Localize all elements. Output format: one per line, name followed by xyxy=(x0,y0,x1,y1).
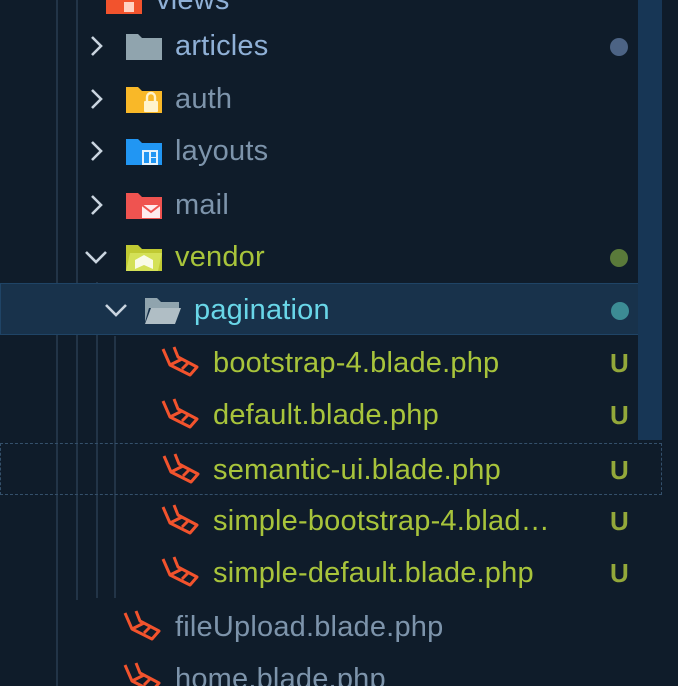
git-untracked-badge: U xyxy=(610,506,629,536)
tree-label-file: bootstrap-4.blade.php xyxy=(213,347,500,379)
chevron-right-icon[interactable] xyxy=(84,34,108,58)
folder-layout-icon xyxy=(124,133,164,169)
tree-label-layouts: layouts xyxy=(175,135,269,167)
tree-label-auth: auth xyxy=(175,83,233,115)
tree-row-simple-bootstrap-4[interactable]: simple-bootstrap-4.blad… U xyxy=(0,495,662,547)
tree-row-semantic-ui[interactable]: semantic-ui.blade.php U xyxy=(0,443,662,495)
chevron-down-icon[interactable] xyxy=(104,298,128,322)
tree-row-layouts[interactable]: layouts xyxy=(0,125,662,177)
tree-row-pagination[interactable]: pagination xyxy=(0,283,662,335)
tree-row-articles[interactable]: articles xyxy=(0,20,662,72)
laravel-icon xyxy=(160,345,200,381)
tree-label-file: simple-bootstrap-4.blad… xyxy=(213,505,550,537)
tree-label-mail: mail xyxy=(175,189,229,221)
tree-label-pagination: pagination xyxy=(194,294,330,326)
folder-mail-icon xyxy=(124,187,164,223)
git-untracked-dot xyxy=(610,249,628,267)
folder-vendor-icon xyxy=(124,239,164,275)
laravel-icon xyxy=(122,661,162,686)
tree-label-file: fileUpload.blade.php xyxy=(175,611,444,643)
laravel-icon xyxy=(161,452,201,488)
git-untracked-badge: U xyxy=(610,558,629,588)
git-modified-dot xyxy=(610,38,628,56)
git-untracked-badge: U xyxy=(610,348,629,378)
tree-row-auth[interactable]: auth xyxy=(0,73,662,125)
tree-row-bootstrap-4[interactable]: bootstrap-4.blade.php U xyxy=(0,337,662,389)
tree-label-file: simple-default.blade.php xyxy=(213,557,534,589)
tree-row-vendor[interactable]: vendor xyxy=(0,231,662,283)
laravel-icon xyxy=(160,397,200,433)
tree-row-simple-default[interactable]: simple-default.blade.php U xyxy=(0,547,662,599)
folder-lock-icon xyxy=(124,81,164,117)
tree-row-fileupload[interactable]: fileUpload.blade.php xyxy=(0,601,662,653)
file-explorer: views articles auth layouts mail vendor … xyxy=(0,0,678,686)
tree-label-file: semantic-ui.blade.php xyxy=(213,454,501,486)
git-untracked-dot xyxy=(611,302,629,320)
laravel-icon xyxy=(160,555,200,591)
tree-row-home[interactable]: home.blade.php xyxy=(0,653,662,686)
folder-views-icon xyxy=(104,0,144,18)
tree-row-default[interactable]: default.blade.php U xyxy=(0,389,662,441)
chevron-right-icon[interactable] xyxy=(84,139,108,163)
folder-icon xyxy=(124,28,164,64)
git-untracked-badge: U xyxy=(610,455,629,485)
chevron-right-icon[interactable] xyxy=(84,87,108,111)
laravel-icon xyxy=(122,609,162,645)
chevron-down-icon[interactable] xyxy=(84,245,108,269)
folder-open-icon xyxy=(143,292,183,328)
tree-label-articles: articles xyxy=(175,30,269,62)
git-untracked-badge: U xyxy=(610,400,629,430)
vertical-scrollbar[interactable] xyxy=(638,0,662,440)
tree-label-vendor: vendor xyxy=(175,241,265,273)
laravel-icon xyxy=(160,503,200,539)
chevron-right-icon[interactable] xyxy=(84,193,108,217)
tree-row-mail[interactable]: mail xyxy=(0,179,662,231)
tree-label-file: default.blade.php xyxy=(213,399,439,431)
tree-label-file: home.blade.php xyxy=(175,663,386,686)
